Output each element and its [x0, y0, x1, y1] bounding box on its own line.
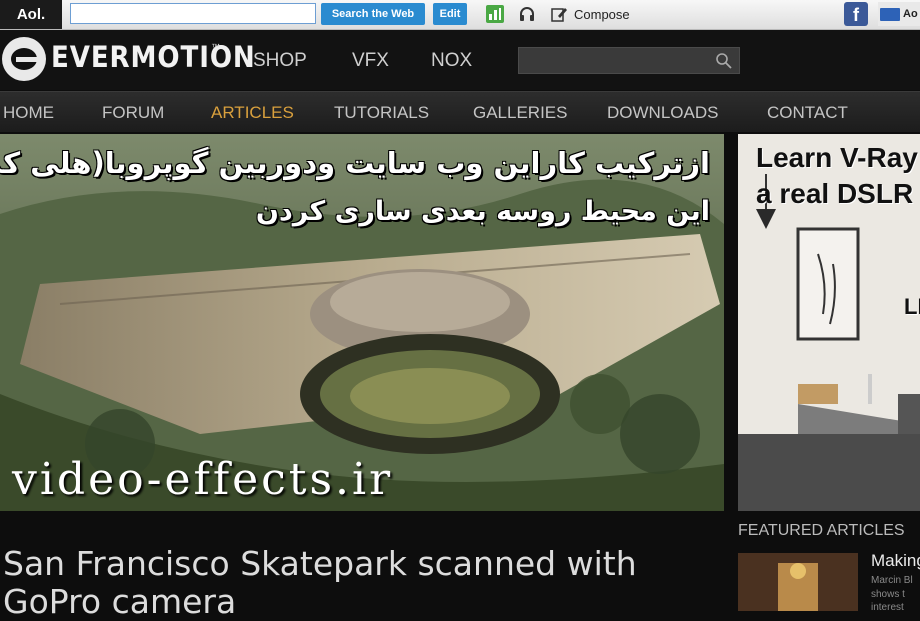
evermotion-logo-text[interactable]: EVERMOTION — [51, 40, 256, 74]
persian-overlay-line-2: این محیط روسه بعدی ساری کردن — [255, 196, 710, 227]
evermotion-logo-icon[interactable] — [2, 37, 46, 81]
headphones-icon[interactable] — [518, 5, 536, 23]
aol-mail-button[interactable]: Ao — [878, 2, 920, 26]
compose-pen-icon[interactable] — [550, 5, 568, 23]
aol-search-input[interactable] — [70, 3, 316, 24]
aol-logo[interactable]: Aol. — [0, 0, 62, 29]
ad-headline-line1: Learn V-Ray a — [756, 142, 920, 173]
aol-toolbar: Aol. Search the Web Edit Compose f Ao — [0, 0, 920, 30]
nav-galleries[interactable]: GALLERIES — [473, 103, 568, 123]
nav-vfx[interactable]: VFX — [352, 50, 389, 72]
featured-articles-heading: FEATURED ARTICLES — [738, 522, 905, 539]
featured-article-excerpt-1: shows t — [871, 589, 905, 600]
nav-tutorials[interactable]: TUTORIALS — [334, 103, 429, 123]
featured-article-title[interactable]: Making — [871, 551, 920, 571]
nav-downloads[interactable]: DOWNLOADS — [607, 103, 718, 123]
trademark-symbol: ™ — [211, 42, 220, 52]
ad-headline-line3: LE — [904, 294, 920, 319]
edit-button[interactable]: Edit — [433, 3, 467, 25]
ad-headline-line2: a real DSLR c — [756, 178, 920, 209]
search-the-web-button[interactable]: Search the Web — [321, 3, 425, 25]
site-header: EVERMOTION ™ SHOP VFX NOX — [0, 30, 920, 90]
hero-image[interactable]: ازترکیب کاراین وب سایت ودوربین گوپروبا(ه… — [0, 134, 724, 511]
vray-ad-banner[interactable]: Learn V-Ray a a real DSLR c LE — [738, 134, 920, 511]
nav-articles[interactable]: ARTICLES — [211, 103, 294, 123]
search-icon[interactable] — [715, 52, 733, 70]
featured-article-author: Marcin Bl — [871, 575, 913, 586]
nav-home[interactable]: HOME — [3, 103, 54, 123]
category-nav: HOME FORUM ARTICLES TUTORIALS GALLERIES … — [0, 91, 920, 132]
featured-article-thumbnail[interactable] — [738, 553, 858, 611]
nav-shop[interactable]: SHOP — [253, 50, 307, 72]
nav-forum[interactable]: FORUM — [102, 103, 164, 123]
persian-overlay-line-1: ازترکیب کاراین وب سایت ودوربین گوپروبا(ه… — [0, 146, 710, 180]
featured-article-excerpt-2: interest — [871, 602, 904, 613]
article-title[interactable]: San Francisco Skatepark scanned with GoP… — [3, 545, 723, 621]
watermark-text: video-effects.ir — [12, 454, 394, 505]
site-search-input[interactable] — [518, 47, 740, 74]
compose-link[interactable]: Compose — [574, 7, 630, 22]
nav-nox[interactable]: NOX — [431, 50, 472, 72]
widget-icon[interactable] — [486, 5, 504, 23]
mail-icon — [880, 8, 900, 21]
mail-label: Ao — [903, 8, 918, 20]
facebook-icon[interactable]: f — [844, 2, 868, 26]
nav-contact[interactable]: CONTACT — [767, 103, 848, 123]
